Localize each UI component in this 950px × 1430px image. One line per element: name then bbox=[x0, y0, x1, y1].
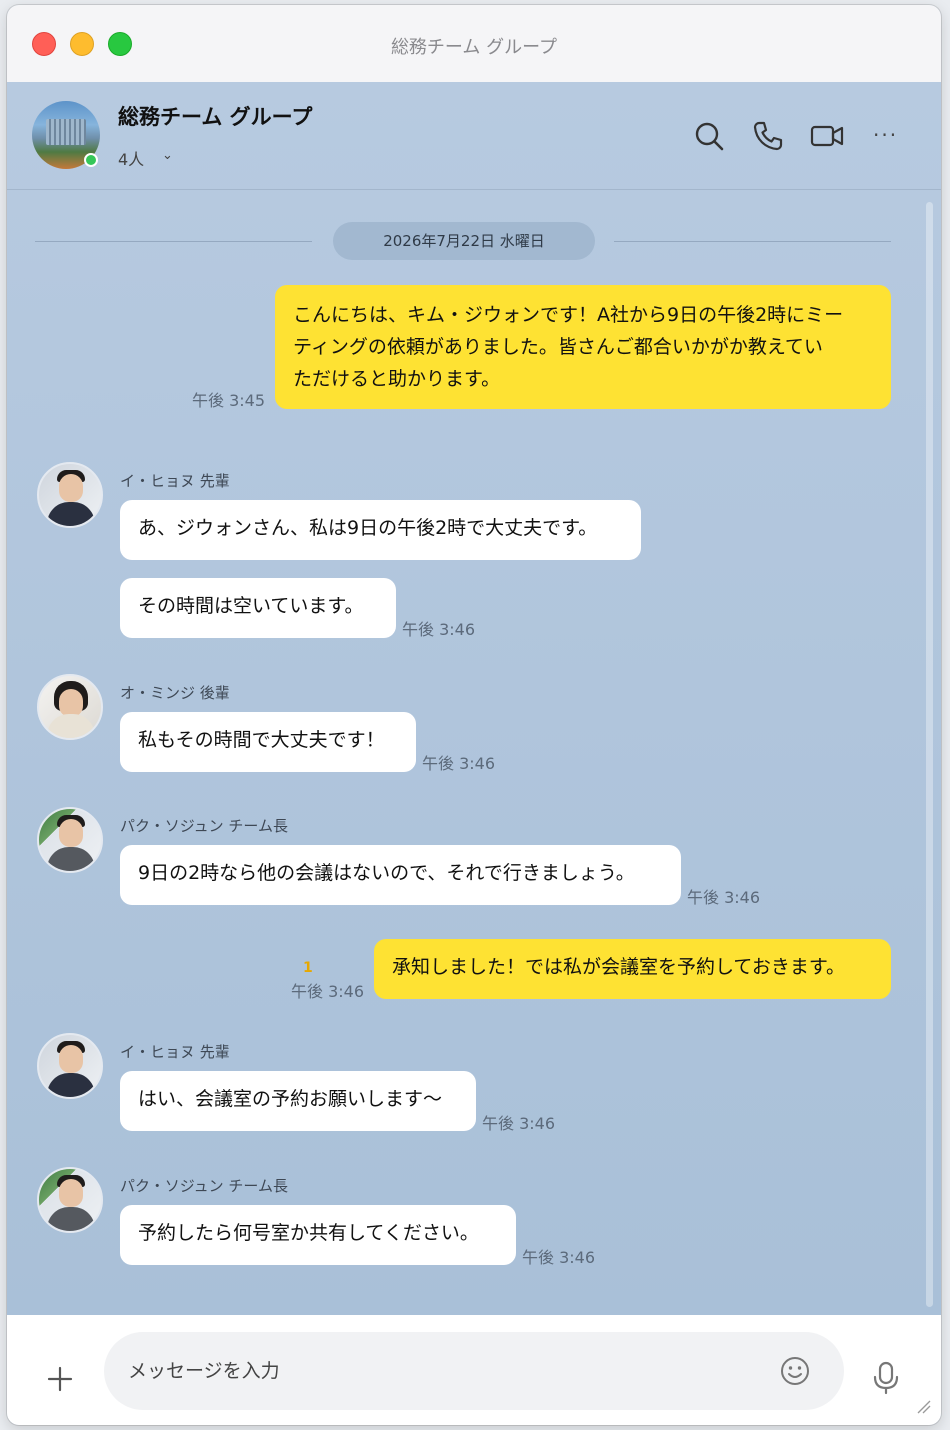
date-divider: 2026年7月22日 水曜日 bbox=[7, 222, 941, 260]
avatar-face bbox=[59, 689, 83, 717]
date-label: 2026年7月22日 水曜日 bbox=[333, 222, 595, 260]
avatar-body bbox=[47, 502, 95, 526]
my-message-bubble[interactable]: 承知しました！では私が会議室を予約しておきます。 bbox=[374, 939, 891, 999]
avatar-body bbox=[47, 847, 95, 871]
avatar-face bbox=[59, 1179, 83, 1207]
message-time: 午後 3:45 bbox=[192, 391, 266, 410]
sender-avatar[interactable] bbox=[37, 1033, 103, 1099]
sender-name: パク・ソジュン チーム長 bbox=[120, 1177, 288, 1195]
message-line: ただけると助かります。 bbox=[293, 368, 501, 390]
message-time: 午後 3:46 bbox=[291, 982, 365, 1001]
unread-count: 1 bbox=[303, 960, 313, 976]
their-message-bubble[interactable]: その時間は空いています。 bbox=[120, 578, 396, 638]
chat-window: 総務チーム グループ 総務チーム グループ 4人 ⌄ ··· 2026年7月22… bbox=[7, 5, 941, 1425]
online-indicator bbox=[84, 153, 98, 167]
input-bar bbox=[7, 1315, 941, 1425]
sender-avatar[interactable] bbox=[37, 674, 103, 740]
divider-line bbox=[614, 241, 891, 242]
message-time: 午後 3:46 bbox=[482, 1114, 556, 1133]
divider-line bbox=[35, 241, 312, 242]
their-message-bubble[interactable]: 9日の2時なら他の会議はないので、それで行きましょう。 bbox=[120, 845, 681, 905]
avatar-body bbox=[47, 1207, 95, 1231]
chat-header: 総務チーム グループ 4人 ⌄ ··· bbox=[7, 82, 941, 190]
sender-name: パク・ソジュン チーム長 bbox=[120, 817, 288, 835]
sender-name: イ・ヒョヌ 先輩 bbox=[120, 472, 230, 490]
video-icon[interactable] bbox=[810, 119, 844, 153]
sender-avatar[interactable] bbox=[37, 1167, 103, 1233]
sender-name: イ・ヒョヌ 先輩 bbox=[120, 1043, 230, 1061]
scrollbar[interactable] bbox=[926, 202, 933, 1307]
avatar-body bbox=[47, 1073, 95, 1097]
their-message-bubble[interactable]: 私もその時間で大丈夫です！ bbox=[120, 712, 416, 772]
title-bar: 総務チーム グループ bbox=[7, 5, 941, 83]
window-title: 総務チーム グループ bbox=[390, 37, 558, 58]
their-message-bubble[interactable]: 予約したら何号室か共有してください。 bbox=[120, 1205, 516, 1265]
their-message-bubble[interactable]: はい、会議室の予約お願いします～ bbox=[120, 1071, 476, 1131]
message-input[interactable] bbox=[104, 1332, 844, 1410]
avatar-body bbox=[47, 714, 95, 738]
plus-icon[interactable] bbox=[47, 1366, 73, 1392]
message-time: 午後 3:46 bbox=[687, 888, 761, 907]
avatar-face bbox=[59, 474, 83, 502]
message-line: こんにちは、キム・ジウォンです！A社から9日の午後2時にミー bbox=[293, 304, 844, 326]
chat-area: 総務チーム グループ 4人 ⌄ ··· 2026年7月22日 水曜日 こんにちは… bbox=[7, 82, 941, 1315]
message-time: 午後 3:46 bbox=[422, 754, 496, 773]
message-line: ティングの依頼がありました。皆さんご都合いかがか教えてい bbox=[293, 336, 823, 358]
member-count[interactable]: 4人 bbox=[118, 146, 144, 170]
resize-handle-icon[interactable] bbox=[915, 1398, 931, 1414]
avatar-face bbox=[59, 819, 83, 847]
chevron-down-icon[interactable]: ⌄ bbox=[162, 148, 173, 163]
my-message-bubble[interactable]: こんにちは、キム・ジウォンです！A社から9日の午後2時にミー ティングの依頼があ… bbox=[275, 285, 891, 409]
sender-avatar[interactable] bbox=[37, 462, 103, 528]
message-time: 午後 3:46 bbox=[522, 1248, 596, 1267]
microphone-icon[interactable] bbox=[871, 1361, 901, 1395]
sender-avatar[interactable] bbox=[37, 807, 103, 873]
phone-icon[interactable] bbox=[751, 119, 785, 153]
emoji-icon[interactable] bbox=[779, 1355, 811, 1387]
their-message-bubble[interactable]: あ、ジウォンさん、私は9日の午後2時で大丈夫です。 bbox=[120, 500, 641, 560]
group-name[interactable]: 総務チーム グループ bbox=[118, 101, 312, 131]
message-time: 午後 3:46 bbox=[402, 620, 476, 639]
sender-name: オ・ミンジ 後輩 bbox=[120, 684, 230, 702]
building-image bbox=[46, 119, 86, 145]
search-icon[interactable] bbox=[692, 119, 726, 153]
avatar-face bbox=[59, 1045, 83, 1073]
more-icon[interactable]: ··· bbox=[873, 123, 907, 157]
